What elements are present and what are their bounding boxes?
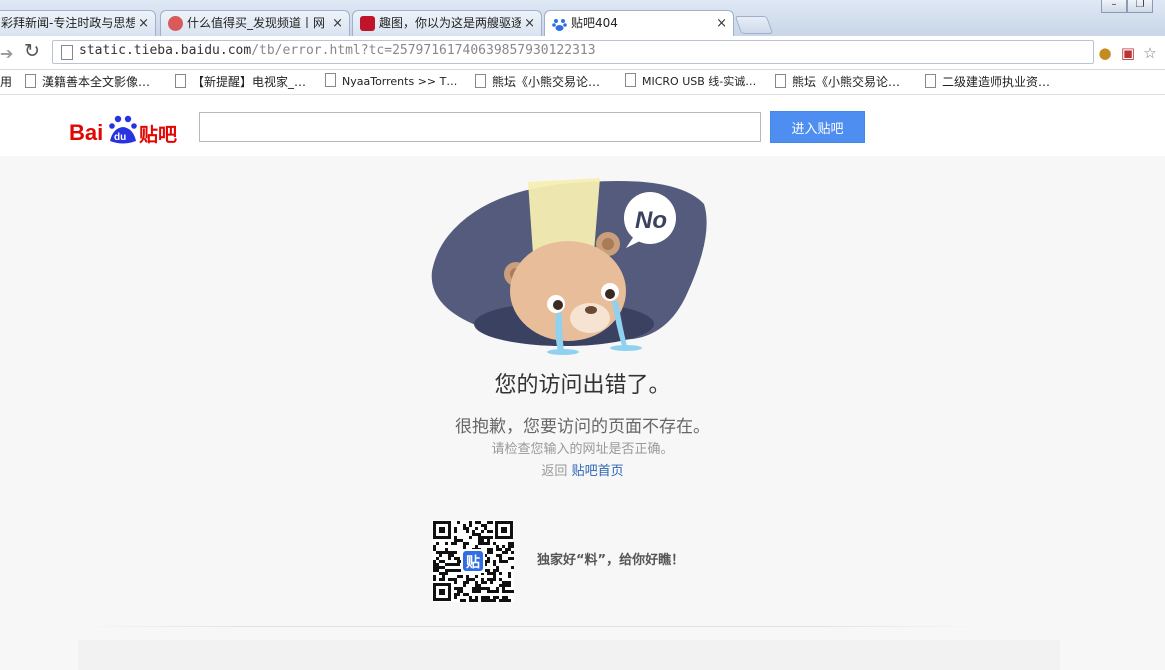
- svg-text:du: du: [114, 132, 126, 143]
- browser-tab[interactable]: 趣图，你以为这是两艘驱逐 ×: [352, 10, 542, 36]
- tab-title: 彩拜新闻-专注时政与思想: [1, 16, 135, 30]
- baidu-paw-icon: du: [109, 115, 137, 144]
- back-arrow-icon[interactable]: ➔: [0, 44, 13, 63]
- url-host: static.tieba.baidu.com: [79, 43, 252, 58]
- tab-close-icon[interactable]: ×: [524, 11, 535, 36]
- qr-caption: 独家好“料”，给你好瞧！: [537, 553, 685, 568]
- site-favicon-icon: [360, 16, 375, 31]
- error-subtitle: 很抱歉，您要访问的页面不存在。: [455, 417, 710, 437]
- restore-window-icon[interactable]: ❐: [1127, 0, 1153, 13]
- smzdm-favicon-icon: [168, 16, 183, 31]
- footer-area: [78, 640, 1060, 670]
- minimize-window-icon[interactable]: –: [1101, 0, 1127, 13]
- page-icon: [175, 74, 186, 88]
- baidu-paw-favicon-icon: [552, 16, 567, 31]
- bookmark-label: 熊坛《小熊交易论…: [792, 75, 901, 89]
- bookmark-item[interactable]: 【新提醒】电视家_…: [175, 73, 306, 90]
- tieba-home-link[interactable]: 贴吧首页: [572, 464, 624, 479]
- baidu-tieba-logo[interactable]: Bai du 贴吧: [69, 105, 189, 145]
- enter-tieba-button[interactable]: 进入贴吧: [770, 111, 865, 143]
- bookmarks-bar: 用 漢籍善本全文影像… 【新提醒】电视家_… NyaaTorrents >> T…: [0, 70, 1165, 95]
- tab-close-icon[interactable]: ×: [716, 11, 727, 36]
- tab-close-icon[interactable]: ×: [138, 11, 149, 36]
- bookmark-item[interactable]: 漢籍善本全文影像…: [25, 73, 150, 90]
- error-content: No 您的访问出错了。 很抱歉，您要访问的页面不存在。 请检查您输入的网址是否正…: [0, 156, 1165, 670]
- bookmark-item[interactable]: 熊坛《小熊交易论…: [775, 73, 900, 90]
- footer-divider: [78, 626, 983, 627]
- qr-badge-text: 贴: [466, 554, 480, 571]
- bookmark-label: MICRO USB 线-实诚…: [642, 75, 757, 88]
- bookmark-label: 熊坛《小熊交易论…: [492, 75, 601, 89]
- tab-close-icon[interactable]: ×: [332, 11, 343, 36]
- tieba-header: Bai du 贴吧 进入贴吧: [0, 95, 1165, 156]
- bookmark-item[interactable]: 熊坛《小熊交易论…: [475, 73, 600, 90]
- search-input[interactable]: [199, 112, 761, 142]
- bookmark-label: 二级建造师执业资…: [942, 75, 1051, 89]
- return-prefix: 返回: [541, 464, 568, 479]
- new-tab-button[interactable]: [734, 16, 774, 34]
- page-icon: [61, 45, 73, 60]
- browser-tab[interactable]: 彩拜新闻-专注时政与思想 ×: [0, 10, 156, 36]
- return-line: 返回 贴吧首页: [0, 460, 1165, 479]
- crying-bear-illustration: No: [431, 178, 707, 355]
- bookmark-item[interactable]: MICRO USB 线-实诚…: [625, 73, 756, 89]
- browser-tab[interactable]: 什么值得买_发现频道丨网 ×: [160, 10, 350, 36]
- page-icon: [625, 73, 636, 87]
- browser-tab-active[interactable]: 贴吧404 ×: [544, 10, 734, 36]
- extension-icon[interactable]: ●: [1096, 44, 1114, 62]
- tab-title: 贴吧404: [571, 16, 618, 30]
- bookmark-label: NyaaTorrents >> T…: [342, 75, 458, 88]
- error-hint: 请检查您输入的网址是否正确。: [491, 442, 674, 457]
- adblock-extension-icon[interactable]: ▣: [1119, 44, 1137, 62]
- bookmark-item[interactable]: NyaaTorrents >> T…: [325, 73, 457, 88]
- page-icon: [25, 74, 36, 88]
- bookmark-item[interactable]: 二级建造师执业资…: [925, 73, 1050, 90]
- reload-icon[interactable]: ↻: [24, 40, 40, 62]
- bookmark-label: 漢籍善本全文影像…: [42, 75, 151, 89]
- page-icon: [325, 73, 336, 87]
- browser-toolbar: ➔ ↻ static.tieba.baidu.com/tb/error.html…: [0, 36, 1165, 70]
- tab-title: 什么值得买_发现频道丨网: [187, 16, 326, 30]
- page-icon: [925, 74, 936, 88]
- address-bar[interactable]: static.tieba.baidu.com/tb/error.html?tc=…: [52, 40, 1094, 64]
- bubble-text: No: [635, 207, 667, 234]
- url-path: /tb/error.html?tc=2579716174063985793012…: [251, 43, 596, 58]
- page-icon: [775, 74, 786, 88]
- bookmark-star-icon[interactable]: ☆: [1141, 44, 1159, 62]
- error-title: 您的访问出错了。: [494, 373, 671, 398]
- qr-code: 贴: [432, 520, 514, 602]
- browser-tab-strip: 彩拜新闻-专注时政与思想 × 什么值得买_发现频道丨网 × 趣图，你以为这是两艘…: [0, 0, 1165, 36]
- bookmarks-prefix[interactable]: 用: [0, 73, 12, 90]
- tab-title: 趣图，你以为这是两艘驱逐: [379, 16, 521, 30]
- svg-text:Bai: Bai: [69, 120, 103, 145]
- url-text[interactable]: static.tieba.baidu.com/tb/error.html?tc=…: [79, 43, 596, 58]
- page-icon: [475, 74, 486, 88]
- svg-text:贴吧: 贴吧: [139, 124, 177, 145]
- bookmark-label: 【新提醒】电视家_…: [192, 75, 307, 89]
